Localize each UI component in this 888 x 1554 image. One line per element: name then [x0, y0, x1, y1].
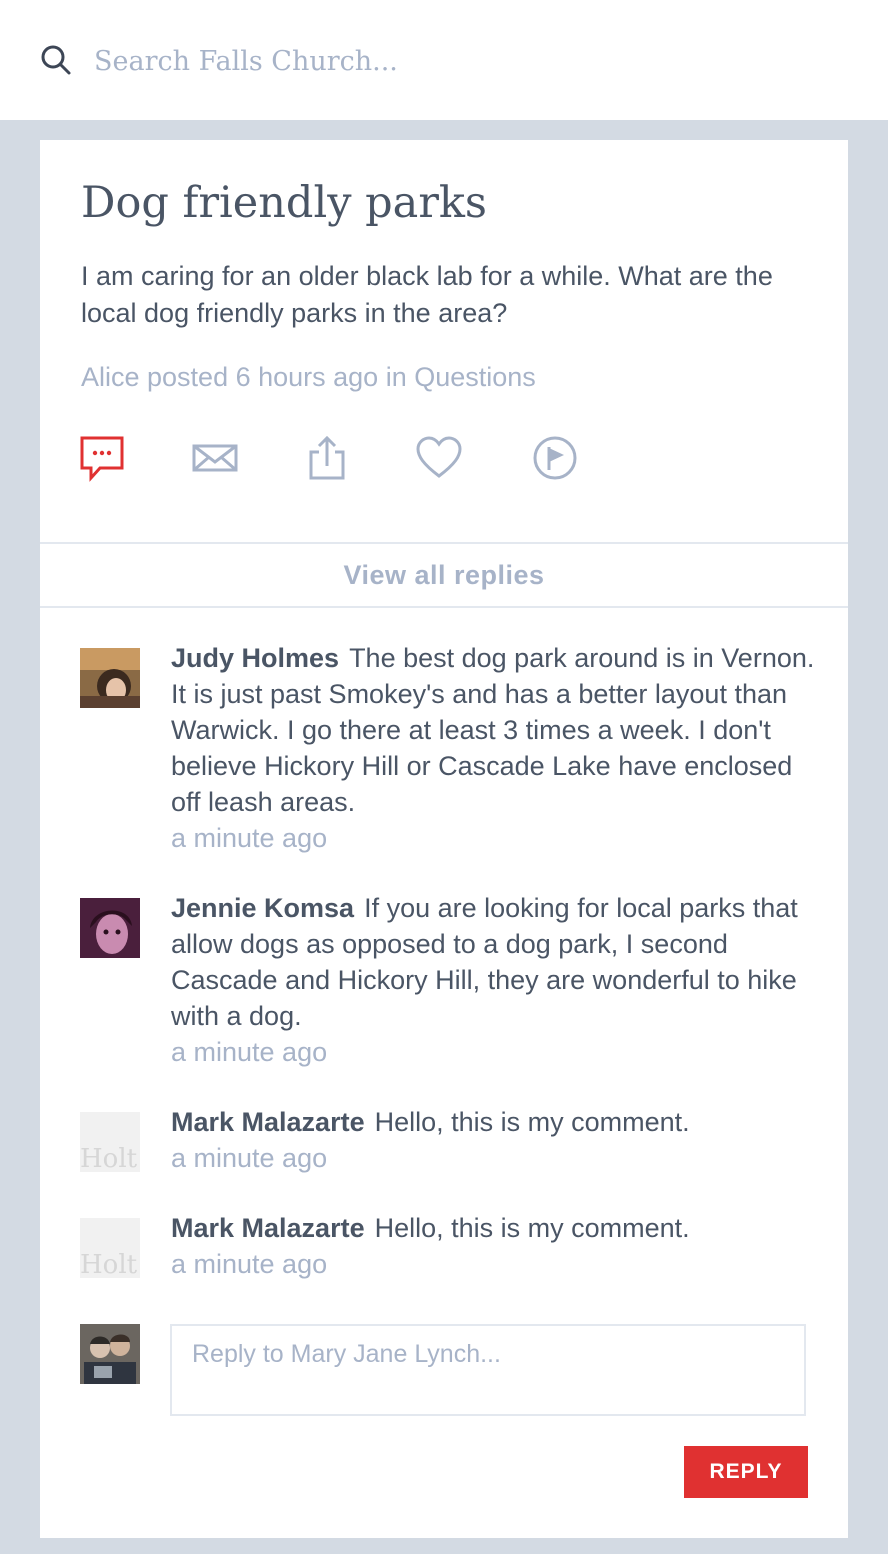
comment-author[interactable]: Jennie Komsa	[171, 893, 354, 923]
reply-input[interactable]	[170, 1324, 806, 1416]
comment-text: Mark Malazarte Hello, this is my comment.…	[171, 1104, 821, 1176]
mail-icon[interactable]	[191, 434, 239, 482]
post-title: Dog friendly parks	[81, 178, 488, 228]
comment-icon[interactable]	[78, 434, 126, 482]
divider	[40, 606, 848, 608]
comment-author[interactable]: Judy Holmes	[171, 643, 339, 673]
avatar[interactable]	[80, 648, 140, 708]
avatar-placeholder[interactable]: Holt	[80, 1218, 140, 1278]
comment-time: a minute ago	[171, 823, 328, 853]
comment-text: Mark Malazarte Hello, this is my comment.…	[171, 1210, 821, 1282]
search-input[interactable]	[92, 40, 836, 82]
comment-author[interactable]: Mark Malazarte	[171, 1213, 365, 1243]
avatar[interactable]	[80, 898, 140, 958]
heart-icon[interactable]	[415, 434, 463, 482]
reply-button[interactable]: REPLY	[684, 1446, 808, 1498]
current-user-avatar	[80, 1324, 140, 1384]
comment-body: Hello, this is my comment.	[374, 1213, 690, 1243]
avatar-placeholder[interactable]: Holt	[80, 1112, 140, 1172]
comment-time: a minute ago	[171, 1249, 328, 1279]
post-body: I am caring for an older black lab for a…	[81, 261, 773, 328]
comment-text: Jennie Komsa If you are looking for local…	[171, 890, 821, 1070]
post-card: Dog friendly parks I am caring for an ol…	[40, 140, 848, 1538]
comment-text: Judy Holmes The best dog park around is i…	[171, 640, 821, 856]
search-bar	[0, 0, 888, 120]
flag-icon[interactable]	[531, 434, 579, 482]
view-all-replies-link[interactable]: View all replies	[40, 544, 848, 606]
comment-time: a minute ago	[171, 1037, 328, 1067]
comment-body: Hello, this is my comment.	[374, 1107, 690, 1137]
comment-author[interactable]: Mark Malazarte	[171, 1107, 365, 1137]
post-meta[interactable]: Alice posted 6 hours ago in Questions	[81, 362, 536, 393]
comment-time: a minute ago	[171, 1143, 328, 1173]
search-icon[interactable]	[40, 44, 72, 76]
share-icon[interactable]	[303, 434, 351, 482]
